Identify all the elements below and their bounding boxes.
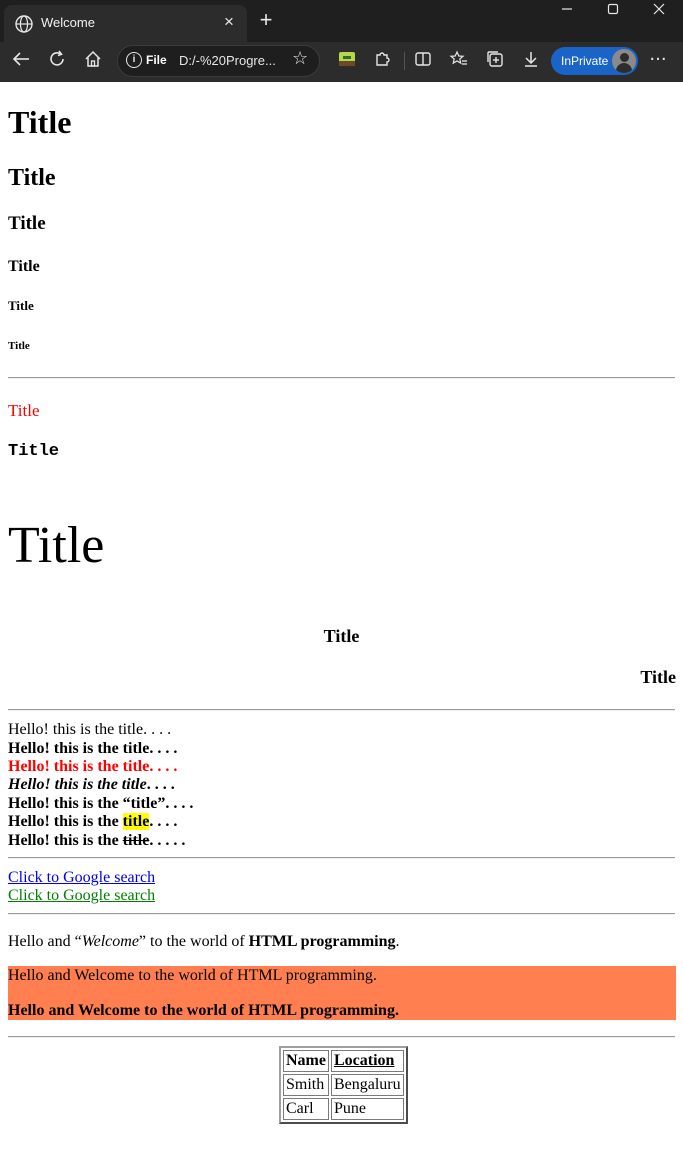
google-search-link-blue[interactable]: Click to Google search xyxy=(8,868,155,887)
highlight-prefix: Hello! this is the xyxy=(8,813,123,830)
close-window-button[interactable] xyxy=(637,0,681,42)
text-line-plain: Hello! this is the title. . . . xyxy=(8,721,172,738)
struck-word: title xyxy=(122,832,150,849)
text-line-highlight: Hello! this is the title. . . . xyxy=(8,812,177,831)
table-cell: Bengaluru xyxy=(330,1074,404,1096)
browser-tab[interactable]: Welcome × xyxy=(4,5,247,42)
table-header-row: Name Location xyxy=(283,1050,404,1072)
strike-prefix: Hello! this is the xyxy=(8,832,123,849)
back-icon[interactable] xyxy=(9,49,33,73)
horizontal-rule xyxy=(8,1036,675,1038)
table-row: Carl Pune xyxy=(283,1098,404,1120)
heading-h5: Title xyxy=(8,298,34,313)
favorites-icon[interactable] xyxy=(447,49,471,73)
text-line-bold: Hello! this is the title. . . . xyxy=(8,740,178,757)
para-text: ” to the world of xyxy=(138,933,249,950)
home-icon[interactable] xyxy=(81,49,105,73)
extensions-puzzle-icon[interactable] xyxy=(370,49,394,73)
heading-h4: Title xyxy=(8,258,40,275)
right-aligned-title: Title xyxy=(640,667,676,687)
split-screen-icon[interactable] xyxy=(411,49,435,73)
globe-icon xyxy=(15,15,33,33)
collections-icon[interactable] xyxy=(483,49,507,73)
tab-title: Welcome xyxy=(41,15,95,30)
red-title: Title xyxy=(8,401,40,420)
info-icon[interactable]: i xyxy=(126,52,142,68)
italic-text: Hello! this is the title xyxy=(8,776,147,793)
page-content: Title Title Title Title Title Title Titl… xyxy=(0,82,683,1151)
heading-h6: Title xyxy=(8,340,30,352)
highlight-suffix: . . . . xyxy=(149,813,178,830)
para-bold: HTML programming xyxy=(248,933,396,950)
more-options-icon[interactable]: ··· xyxy=(646,49,670,73)
table-header-location: Location xyxy=(330,1050,404,1072)
heading-h1: Title xyxy=(8,104,72,140)
banner-line-bold: Hello and Welcome to the world of HTML p… xyxy=(8,1002,399,1019)
minimize-button[interactable] xyxy=(545,0,589,42)
downloads-icon[interactable] xyxy=(519,49,543,73)
highlighted-word: title xyxy=(122,813,150,830)
favorite-star-icon[interactable]: ☆ xyxy=(292,48,308,69)
centered-title: Title xyxy=(323,626,360,646)
table-header-name: Name xyxy=(283,1050,329,1072)
welcome-paragraph: Hello and “Welcome” to the world of HTML… xyxy=(8,932,400,951)
minimize-icon xyxy=(562,8,572,10)
text-line-quoted: Hello! this is the “title”. . . . xyxy=(8,795,194,812)
close-icon xyxy=(653,3,665,15)
title-bar: Welcome × + xyxy=(0,0,683,42)
refresh-icon[interactable] xyxy=(45,49,69,73)
address-bar[interactable]: i File D:/-%20Progre... ☆ xyxy=(117,45,320,77)
banner-line-plain: Hello and Welcome to the world of HTML p… xyxy=(8,967,377,984)
horizontal-rule xyxy=(8,913,675,915)
tab-close-button[interactable]: × xyxy=(224,12,234,32)
google-search-link-green[interactable]: Click to Google search xyxy=(8,886,155,905)
name-location-table: Name Location Smith Bengaluru Carl Pune xyxy=(279,1046,408,1124)
avatar-icon xyxy=(612,49,636,73)
heading-h2: Title xyxy=(8,165,56,191)
monospace-title: Title xyxy=(8,442,60,461)
horizontal-rule xyxy=(8,377,675,379)
para-italic: Welcome xyxy=(81,933,139,950)
para-text: Hello and “ xyxy=(8,933,82,950)
strike-suffix: . . . . . xyxy=(149,832,186,849)
big-title: Title xyxy=(8,517,105,574)
para-text: . xyxy=(395,933,400,950)
italic-trailing: . . . . xyxy=(146,776,175,793)
table-cell: Pune xyxy=(330,1098,404,1120)
inprivate-label: InPrivate xyxy=(561,54,609,68)
text-line-strike: Hello! this is the title. . . . . xyxy=(8,831,185,850)
new-tab-button[interactable]: + xyxy=(254,6,278,34)
text-line-italic: Hello! this is the title. . . . xyxy=(8,775,175,794)
address-scheme: File xyxy=(146,53,167,67)
table-cell: Carl xyxy=(283,1098,329,1120)
extension-app-icon[interactable] xyxy=(335,49,359,73)
maximize-icon xyxy=(607,3,619,15)
horizontal-rule xyxy=(8,709,675,711)
inprivate-button[interactable]: InPrivate xyxy=(551,47,638,75)
maximize-button[interactable] xyxy=(591,0,635,42)
table-row: Smith Bengaluru xyxy=(283,1074,404,1096)
address-url[interactable]: D:/-%20Progre... xyxy=(179,53,276,68)
toolbar-separator xyxy=(404,52,405,70)
text-line-red: Hello! this is the title. . . . xyxy=(8,758,178,775)
heading-h3: Title xyxy=(8,213,46,234)
table-cell: Smith xyxy=(283,1074,329,1096)
horizontal-rule xyxy=(8,857,675,859)
